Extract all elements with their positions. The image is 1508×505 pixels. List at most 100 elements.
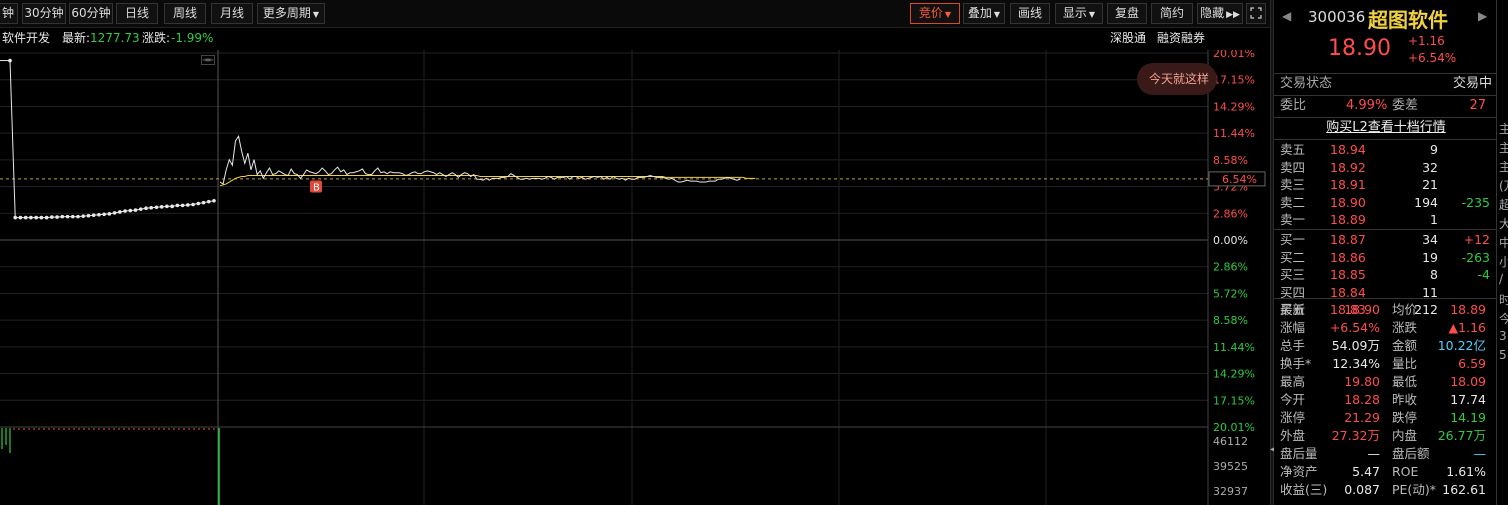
stat-value: 19.80: [1344, 374, 1380, 389]
stat-label: 今开: [1280, 392, 1306, 407]
auction-point: [196, 201, 201, 206]
auction-point: [60, 214, 65, 219]
divider: [1274, 95, 1496, 96]
auction-point: [55, 215, 59, 219]
level-delta: -263: [1461, 249, 1490, 265]
stat-label: 外盘: [1280, 428, 1306, 443]
period-tab-month[interactable]: 月线: [211, 3, 253, 24]
divider: [1274, 117, 1496, 118]
fullscreen-button[interactable]: [1246, 3, 1266, 24]
stat-label: 昨收: [1392, 392, 1418, 407]
display-dropdown[interactable]: 显示 ▼: [1055, 3, 1103, 24]
level-delta: +12: [1463, 232, 1490, 247]
replay-button[interactable]: 复盘: [1107, 3, 1147, 24]
stat-label: 金额: [1392, 338, 1418, 353]
period-tab-30min[interactable]: 30分钟: [22, 3, 66, 24]
y-axis-label: 0.00%: [1213, 234, 1248, 247]
stat-row: 最高 19.80 最低 18.09: [1280, 373, 1492, 391]
simple-button[interactable]: 简约: [1151, 3, 1193, 24]
buy-marker-label: B: [313, 183, 320, 194]
edge-label: 中: [1499, 234, 1508, 251]
dropdown-arrow-icon: ▼: [1088, 10, 1096, 19]
hide-button[interactable]: 隐藏 ▶▶: [1197, 3, 1243, 24]
auction-point: [50, 215, 54, 219]
fullscreen-icon: [1250, 7, 1262, 19]
stat-value: 18.90: [1344, 302, 1380, 317]
stat-row: 外盘 27.32万 内盘 26.77万: [1280, 427, 1492, 445]
edge-label: /: [1499, 272, 1504, 286]
level-volume: 34: [1422, 232, 1438, 247]
edge-label: 3: [1499, 329, 1507, 343]
auction-point: [138, 207, 143, 211]
auction-point: [170, 204, 174, 209]
level-label: 卖四: [1280, 159, 1306, 175]
l2-link[interactable]: 购买L2查看十档行情: [1280, 119, 1492, 137]
period-tab-60min[interactable]: 60分钟: [69, 3, 113, 24]
dropdown-arrow-icon: ▼: [944, 10, 952, 19]
overlay-dropdown[interactable]: 叠加 ▼: [963, 3, 1005, 24]
status-label: 交易状态: [1280, 76, 1333, 91]
sector-name: 软件开发: [2, 31, 51, 45]
bid-row: 买四 18.84 11: [1280, 284, 1492, 302]
side-edge-panel: 主主主(万超大中小/时今35: [1496, 0, 1508, 505]
next-stock-icon[interactable]: ▶: [1478, 9, 1487, 23]
collapse-icon[interactable]: ⇥⇤: [201, 55, 215, 65]
stat-value: 21.29: [1344, 410, 1380, 425]
level-volume: 19: [1422, 249, 1438, 265]
edge-label: (万: [1499, 179, 1508, 193]
current-price: 18.90: [1328, 36, 1391, 61]
dropdown-arrow-icon: ▼: [993, 10, 1001, 19]
level-price: 18.94: [1330, 142, 1366, 157]
stat-value: —: [1367, 446, 1381, 461]
price-change-pct: +6.54%: [1408, 51, 1457, 65]
edge-label: 主: [1499, 139, 1508, 156]
stat-row: 净资产 5.47 ROE 1.61%: [1280, 463, 1492, 481]
stat-label: 总手: [1280, 338, 1306, 353]
level-price: 18.92: [1330, 159, 1366, 175]
auction-dropdown[interactable]: 竞价 ▼: [910, 3, 960, 24]
auction-point: [102, 212, 106, 217]
level-label: 卖五: [1280, 142, 1306, 157]
y-axis-label: 2.86%: [1213, 207, 1248, 220]
level-volume: 8: [1430, 267, 1438, 283]
stat-row: 最新 18.90 均价 18.89: [1280, 301, 1492, 319]
y-axis-label: 8.58%: [1213, 314, 1248, 327]
stat-value: —: [1473, 446, 1487, 461]
margin-trading-link[interactable]: 融资融券: [1157, 28, 1205, 48]
stat-value: 5.47: [1352, 464, 1380, 479]
y-axis-label: 14.29%: [1213, 368, 1255, 381]
stat-value: 54.09万: [1331, 338, 1380, 353]
level-label: 买三: [1280, 267, 1306, 283]
level-price: 18.89: [1330, 212, 1366, 228]
auction-point: [13, 215, 18, 220]
auction-point: [76, 214, 80, 219]
level-delta: -4: [1477, 267, 1490, 283]
y-axis-label: 17.15%: [1213, 394, 1255, 407]
price-change: +1.16: [1408, 34, 1445, 48]
auction-point: [118, 210, 122, 214]
auction-point: [212, 198, 216, 203]
volume-axis-label: 39525: [1213, 460, 1248, 473]
period-tab-label: 30分钟: [24, 6, 64, 20]
popup-badge[interactable]: 今天就这样: [1137, 63, 1217, 95]
draw-line-button[interactable]: 画线: [1010, 3, 1050, 24]
stat-value: 10.22亿: [1437, 338, 1486, 353]
auction-point: [165, 204, 169, 209]
hk-connect-link[interactable]: 深股通: [1110, 28, 1146, 48]
stat-row: 今开 18.28 昨收 17.74: [1280, 391, 1492, 409]
period-tab-week[interactable]: 周线: [164, 3, 206, 24]
y-axis-label: 2.86%: [1213, 261, 1248, 274]
prev-stock-icon[interactable]: ◀: [1282, 9, 1291, 23]
level-label: 买一: [1280, 232, 1306, 247]
more-periods-dropdown[interactable]: 更多周期 ▼: [257, 3, 325, 24]
weicha-value: 27: [1469, 98, 1486, 113]
stat-label: 涨停: [1280, 410, 1306, 425]
stat-label: 换手*: [1280, 356, 1312, 371]
period-tab-min[interactable]: 钟: [0, 3, 18, 24]
stat-value: 162.61: [1442, 482, 1486, 497]
period-tab-day[interactable]: 日线: [116, 3, 158, 24]
auction-point: [29, 215, 33, 220]
intraday-chart[interactable]: 20.01% 17.15% 14.29% 11.44% 8.58% 5.72% 2.86% 0…: [0, 47, 1270, 505]
volume-axis-label: 46112: [1213, 435, 1248, 448]
ask-row: 卖三 18.91 21: [1280, 176, 1492, 194]
